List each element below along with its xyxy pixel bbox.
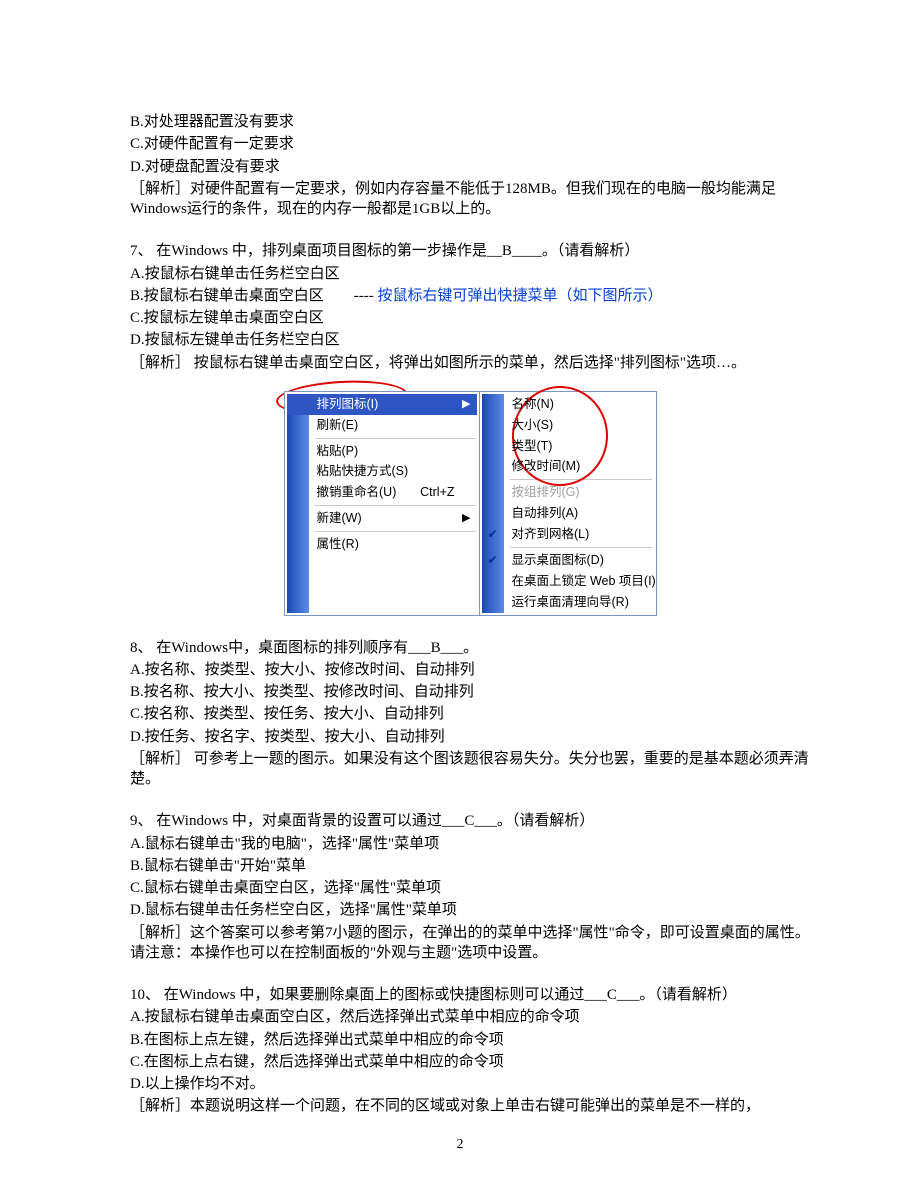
q8-stem: 8、 在Windows中，桌面图标的排列顺序有___B___。 xyxy=(130,638,810,658)
q10-d: D.以上操作均不对。 xyxy=(130,1074,810,1094)
context-menu-right[interactable]: 名称(N) 大小(S) 类型(T) 修改时间(M) 按组排列(G) 自动排列(A… xyxy=(479,391,657,616)
menu-item-undo-rename[interactable]: 撤销重命名(U) Ctrl+Z xyxy=(287,482,477,503)
menu-item-label: 显示桌面图标(D) xyxy=(512,553,604,567)
check-icon: ✔ xyxy=(488,552,498,568)
q7-a: A.按鼠标右键单击任务栏空白区 xyxy=(130,264,810,284)
page-number: 2 xyxy=(0,1136,920,1155)
menu-item-sort-size[interactable]: 大小(S) xyxy=(482,415,654,436)
menu-item-new[interactable]: 新建(W) ▶ xyxy=(287,508,477,529)
menu-item-label: 撤销重命名(U) xyxy=(317,485,397,499)
context-menu-figure: 排列图标(I) ▶ 刷新(E) 粘贴(P) 粘贴快捷方式(S) 撤销重命名(U)… xyxy=(130,391,810,616)
menu-separator xyxy=(315,531,475,532)
menu-separator xyxy=(315,505,475,506)
check-icon: ✔ xyxy=(488,526,498,542)
q7-explanation: ［解析］ 按鼠标右键单击桌面空白区，将弹出如图所示的菜单，然后选择"排列图标"选… xyxy=(130,353,810,373)
page: B.对处理器配置没有要求 C.对硬件配置有一定要求 D.对硬盘配置没有要求 ［解… xyxy=(0,0,920,1191)
menu-item-properties[interactable]: 属性(R) xyxy=(287,534,477,555)
explanation-1: ［解析］对硬件配置有一定要求，例如内存容量不能低于128MB。但我们现在的电脑一… xyxy=(130,179,810,220)
q7-stem: 7、 在Windows 中，排列桌面项目图标的第一步操作是__B____。（请看… xyxy=(130,241,810,261)
q9-a: A.鼠标右键单击"我的电脑"，选择"属性"菜单项 xyxy=(130,834,810,854)
q7-b-note: 按鼠标右键可弹出快捷菜单（如下图所示） xyxy=(378,288,663,304)
menu-item-sort-type[interactable]: 类型(T) xyxy=(482,436,654,457)
menu-item-show-desktop-icons[interactable]: ✔ 显示桌面图标(D) xyxy=(482,550,654,571)
menu-item-cleanup-wizard[interactable]: 运行桌面清理向导(R) xyxy=(482,592,654,613)
menu-separator xyxy=(315,438,475,439)
q8-explanation: ［解析］ 可参考上一题的图示。如果没有这个图该题很容易失分。失分也罢，重要的是基… xyxy=(130,749,810,790)
q7-c: C.按鼠标左键单击桌面空白区 xyxy=(130,308,810,328)
q9-stem: 9、 在Windows 中，对桌面背景的设置可以通过___C___。（请看解析） xyxy=(130,811,810,831)
menu-item-paste[interactable]: 粘贴(P) xyxy=(287,441,477,462)
q8-a: A.按名称、按类型、按大小、按修改时间、自动排列 xyxy=(130,660,810,680)
submenu-arrow-icon: ▶ xyxy=(462,511,470,526)
menu-item-refresh[interactable]: 刷新(E) xyxy=(287,415,477,436)
q9-explanation: ［解析］这个答案可以参考第7小题的图示，在弹出的的菜单中选择"属性"命令，即可设… xyxy=(130,923,810,964)
menu-separator xyxy=(510,547,652,548)
context-menu-left[interactable]: 排列图标(I) ▶ 刷新(E) 粘贴(P) 粘贴快捷方式(S) 撤销重命名(U)… xyxy=(284,391,480,616)
q9-c: C.鼠标右键单击桌面空白区，选择"属性"菜单项 xyxy=(130,878,810,898)
q7-b: B.按鼠标右键单击桌面空白区 ---- 按鼠标右键可弹出快捷菜单（如下图所示） xyxy=(130,286,810,306)
menu-item-auto-arrange[interactable]: 自动排列(A) xyxy=(482,503,654,524)
menu-item-lock-web-items[interactable]: 在桌面上锁定 Web 项目(I) xyxy=(482,571,654,592)
q10-stem: 10、 在Windows 中，如果要删除桌面上的图标或快捷图标则可以通过___C… xyxy=(130,985,810,1005)
menu-item-align-grid[interactable]: ✔ 对齐到网格(L) xyxy=(482,524,654,545)
q10-c: C.在图标上点右键，然后选择弹出式菜单中相应的命令项 xyxy=(130,1052,810,1072)
q7-b-text: B.按鼠标右键单击桌面空白区 ---- xyxy=(130,288,374,304)
opt-c: C.对硬件配置有一定要求 xyxy=(130,134,810,154)
menu-item-label: 对齐到网格(L) xyxy=(512,527,590,541)
q10-explanation: ［解析］本题说明这样一个问题，在不同的区域或对象上单击右键可能弹出的菜单是不一样… xyxy=(130,1096,810,1116)
opt-d: D.对硬盘配置没有要求 xyxy=(130,157,810,177)
menu-item-group-sort: 按组排列(G) xyxy=(482,482,654,503)
q10-a: A.按鼠标右键单击桌面空白区，然后选择弹出式菜单中相应的命令项 xyxy=(130,1007,810,1027)
q8-d: D.按任务、按名字、按类型、按大小、自动排列 xyxy=(130,727,810,747)
menu-item-label: 排列图标(I) xyxy=(317,397,379,411)
opt-b: B.对处理器配置没有要求 xyxy=(130,112,810,132)
q9-d: D.鼠标右键单击任务栏空白区，选择"属性"菜单项 xyxy=(130,900,810,920)
q8-c: C.按名称、按类型、按任务、按大小、自动排列 xyxy=(130,704,810,724)
menu-item-sort-modified[interactable]: 修改时间(M) xyxy=(482,456,654,477)
submenu-arrow-icon: ▶ xyxy=(462,397,470,412)
menu-item-label: 新建(W) xyxy=(317,511,362,525)
q7-d: D.按鼠标左键单击任务栏空白区 xyxy=(130,330,810,350)
menu-item-sort-name[interactable]: 名称(N) xyxy=(482,394,654,415)
q8-b: B.按名称、按大小、按类型、按修改时间、自动排列 xyxy=(130,682,810,702)
q10-b: B.在图标上点左键，然后选择弹出式菜单中相应的命令项 xyxy=(130,1030,810,1050)
shortcut-text: Ctrl+Z xyxy=(420,484,454,501)
menu-item-paste-shortcut[interactable]: 粘贴快捷方式(S) xyxy=(287,461,477,482)
q9-b: B.鼠标右键单击"开始"菜单 xyxy=(130,856,810,876)
menu-separator xyxy=(510,479,652,480)
menu-item-arrange-icons[interactable]: 排列图标(I) ▶ xyxy=(287,394,477,415)
